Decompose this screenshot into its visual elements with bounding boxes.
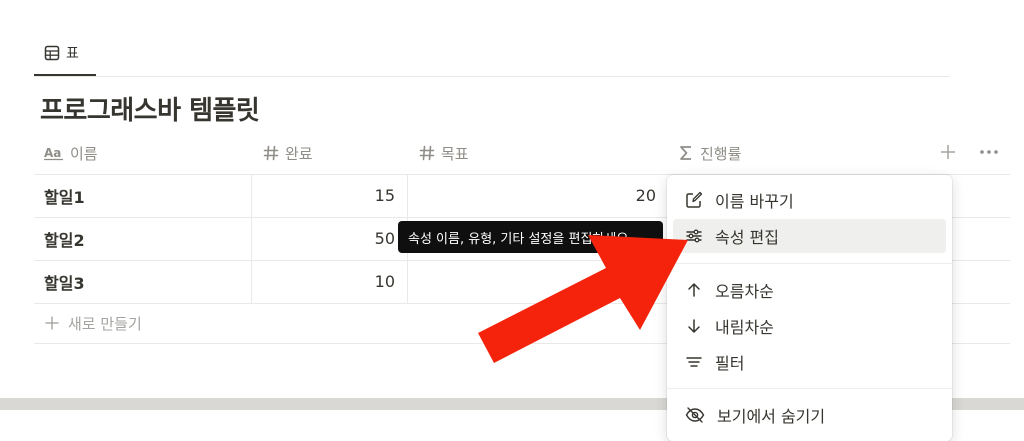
- svg-text:Aa: Aa: [44, 146, 61, 160]
- menu-item-hide-in-view[interactable]: 보기에서 숨기기: [673, 398, 946, 432]
- column-label: 완료: [285, 144, 313, 163]
- arrow-down-icon: [688, 319, 700, 333]
- plus-icon: [941, 145, 955, 159]
- sigma-icon: [680, 146, 691, 160]
- tab-table[interactable]: 표: [34, 32, 96, 76]
- cell-done[interactable]: 10: [252, 260, 408, 303]
- column-label: 이름: [70, 144, 98, 163]
- property-context-menu: 이름 바꾸기 속성 편집 오름차순 내림차순 필터 보기에서 숨기기: [667, 175, 952, 441]
- hash-icon: [419, 145, 435, 161]
- eye-slash-icon: [685, 407, 705, 423]
- menu-item-label: 이름 바꾸기: [715, 192, 794, 211]
- menu-item-label: 필터: [715, 354, 745, 373]
- hash-icon: [263, 145, 279, 161]
- menu-item-sort-ascending[interactable]: 오름차순: [673, 273, 946, 307]
- tooltip: 속성 이름, 유형, 기타 설정을 편집하세요: [398, 221, 663, 253]
- page-title: 프로그래스바 템플릿: [40, 96, 260, 126]
- menu-item-filter[interactable]: 필터: [673, 345, 946, 379]
- ellipsis-icon: [980, 150, 998, 154]
- menu-separator: [667, 263, 952, 264]
- arrow-up-icon: [688, 283, 700, 297]
- column-header-goal[interactable]: 목표: [419, 132, 469, 174]
- column-label: 목표: [441, 144, 469, 163]
- menu-item-edit-property[interactable]: 속성 편집: [673, 219, 946, 253]
- new-row-label: 새로 만들기: [68, 314, 142, 333]
- column-label: 진행률: [700, 144, 742, 163]
- cell-name[interactable]: 할일3: [34, 260, 252, 303]
- cell-name[interactable]: 할일2: [34, 217, 252, 260]
- plus-icon: [45, 316, 59, 330]
- cell-done[interactable]: 15: [252, 174, 408, 217]
- add-column-button[interactable]: [938, 141, 958, 163]
- table-icon: [44, 45, 60, 61]
- view-tab-bar: 표: [34, 32, 950, 77]
- cell-done[interactable]: 50: [252, 217, 408, 260]
- column-header-progress[interactable]: 진행률: [678, 132, 741, 174]
- table-header: Aa 이름 완료 목표 진행률: [34, 132, 1010, 175]
- filter-icon: [686, 357, 702, 367]
- cell-goal[interactable]: [408, 260, 666, 303]
- tab-label: 표: [66, 46, 79, 62]
- text-aa-icon: Aa: [44, 146, 63, 161]
- menu-item-label: 보기에서 숨기기: [717, 407, 826, 426]
- menu-item-label: 오름차순: [715, 282, 774, 301]
- column-header-name[interactable]: Aa 이름: [44, 132, 98, 174]
- menu-item-rename[interactable]: 이름 바꾸기: [673, 183, 946, 217]
- cell-goal[interactable]: 20: [408, 174, 666, 217]
- menu-item-label: 내림차순: [715, 318, 774, 337]
- sliders-icon: [686, 229, 702, 243]
- cell-name[interactable]: 할일1: [34, 174, 252, 217]
- menu-item-label: 속성 편집: [715, 228, 779, 247]
- menu-item-sort-descending[interactable]: 내림차순: [673, 309, 946, 343]
- menu-separator: [667, 388, 952, 389]
- edit-icon: [686, 191, 703, 208]
- column-header-done[interactable]: 완료: [263, 132, 313, 174]
- more-options-button[interactable]: [978, 141, 1000, 163]
